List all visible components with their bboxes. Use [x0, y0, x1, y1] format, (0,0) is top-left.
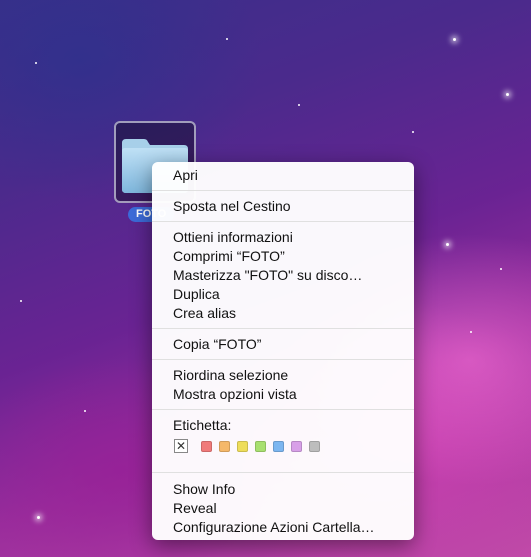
label-color-red[interactable]	[201, 441, 212, 452]
menu-separator	[152, 409, 414, 410]
menu-item-duplicate[interactable]: Duplica	[173, 285, 220, 304]
menu-item-folder-actions-setup[interactable]: Configurazione Azioni Cartella…	[173, 518, 375, 537]
menu-item-move-to-trash[interactable]: Sposta nel Cestino	[173, 197, 291, 216]
label-color-orange[interactable]	[219, 441, 230, 452]
label-color-purple[interactable]	[291, 441, 302, 452]
menu-item-clean-up-selection[interactable]: Riordina selezione	[173, 366, 288, 385]
menu-separator	[152, 328, 414, 329]
star	[470, 331, 472, 333]
menu-item-show-info[interactable]: Show Info	[173, 480, 235, 499]
label-color-gray[interactable]	[309, 441, 320, 452]
menu-item-open[interactable]: Apri	[173, 166, 198, 185]
menu-item-burn-to-disc[interactable]: Masterizza "FOTO" su disco…	[173, 266, 362, 285]
star	[446, 243, 449, 246]
label-color-green[interactable]	[255, 441, 266, 452]
menu-separator	[152, 359, 414, 360]
star	[500, 268, 502, 270]
menu-item-show-view-options[interactable]: Mostra opzioni vista	[173, 385, 297, 404]
context-menu: Apri Sposta nel Cestino Ottieni informaz…	[152, 162, 414, 540]
star	[37, 516, 40, 519]
menu-item-compress[interactable]: Comprimi “FOTO”	[173, 247, 285, 266]
menu-item-make-alias[interactable]: Crea alias	[173, 304, 236, 323]
star	[453, 38, 456, 41]
star	[35, 62, 37, 64]
menu-item-reveal[interactable]: Reveal	[173, 499, 217, 518]
star	[20, 300, 22, 302]
star	[298, 104, 300, 106]
menu-separator	[152, 472, 414, 473]
menu-item-get-info[interactable]: Ottieni informazioni	[173, 228, 293, 247]
menu-separator	[152, 190, 414, 191]
label-color-blue[interactable]	[273, 441, 284, 452]
star	[84, 410, 86, 412]
menu-separator	[152, 221, 414, 222]
label-section-heading: Etichetta:	[173, 417, 232, 433]
menu-item-copy[interactable]: Copia “FOTO”	[173, 335, 261, 354]
star	[412, 131, 414, 133]
label-none-button[interactable]: ✕	[174, 439, 188, 453]
star	[226, 38, 228, 40]
star	[506, 93, 509, 96]
label-color-yellow[interactable]	[237, 441, 248, 452]
